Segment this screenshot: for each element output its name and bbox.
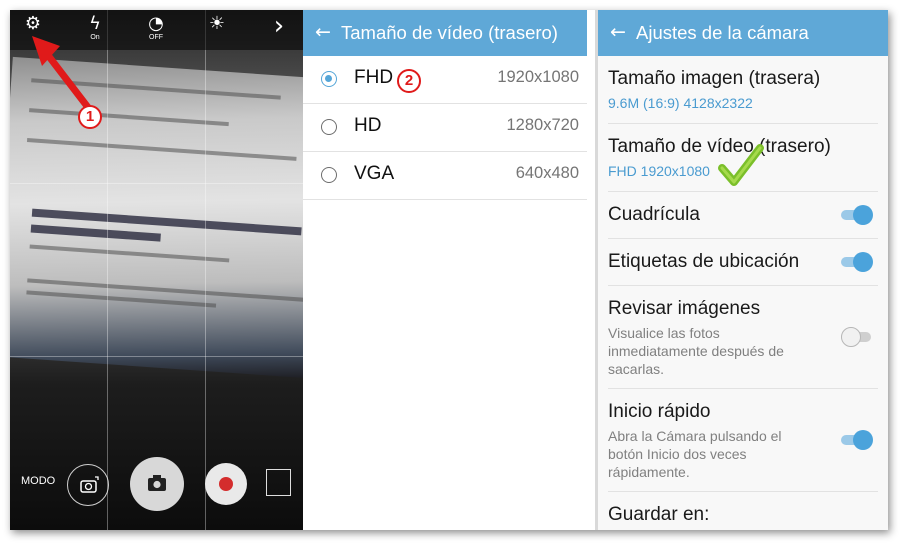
camera-icon bbox=[148, 475, 166, 491]
option-resolution: 1280x720 bbox=[506, 116, 580, 134]
option-label: HD bbox=[354, 115, 382, 136]
location-tags-toggle[interactable] bbox=[841, 252, 873, 272]
setting-save-location[interactable]: Guardar en: bbox=[608, 492, 878, 530]
hdr-brightness-icon[interactable]: ☀ bbox=[200, 14, 234, 46]
back-arrow-icon[interactable]: ← bbox=[610, 19, 626, 45]
review-images-toggle[interactable] bbox=[841, 327, 873, 347]
mode-button[interactable]: MODO bbox=[21, 475, 55, 487]
setting-value: 9.6M (16:9) 4128x2322 bbox=[608, 95, 753, 111]
checkmark-icon bbox=[718, 144, 764, 186]
setting-title: Cuadrícula bbox=[608, 204, 700, 225]
camera-viewfinder-pane: ⚙ ϟ On ◔ OFF ☀ › 1 MODO bbox=[10, 10, 303, 530]
setting-video-size[interactable]: Tamaño de vídeo (trasero) FHD 1920x1080 bbox=[608, 124, 878, 192]
page-title: Tamaño de vídeo (trasero) bbox=[341, 22, 558, 43]
timer-icon[interactable]: ◔ OFF bbox=[139, 14, 173, 46]
setting-title: Inicio rápido bbox=[608, 401, 711, 422]
radio-unselected-icon[interactable] bbox=[321, 119, 337, 135]
settings-appbar: ← Ajustes de la cámara bbox=[598, 10, 888, 56]
option-resolution: 1920x1080 bbox=[497, 68, 579, 86]
video-option-fhd[interactable]: FHD 1920x1080 bbox=[303, 56, 587, 104]
option-label: VGA bbox=[354, 163, 395, 184]
radio-selected-icon[interactable] bbox=[321, 71, 337, 87]
setting-quick-launch[interactable]: Inicio rápido Abra la Cámara pulsando el… bbox=[608, 389, 878, 492]
setting-grid[interactable]: Cuadrícula bbox=[608, 192, 878, 239]
setting-description: Visualice las fotos inmediatamente despu… bbox=[608, 325, 784, 377]
setting-title: Etiquetas de ubicación bbox=[608, 251, 800, 272]
record-video-button[interactable] bbox=[205, 463, 247, 505]
camera-settings-pane: ← Ajustes de la cámara Tamaño imagen (tr… bbox=[598, 10, 888, 530]
more-chevron-icon[interactable]: › bbox=[262, 13, 296, 46]
setting-location-tags[interactable]: Etiquetas de ubicación bbox=[608, 239, 878, 286]
gallery-thumbnail-button[interactable] bbox=[266, 469, 291, 496]
screenshot-frame: ⚙ ϟ On ◔ OFF ☀ › 1 MODO ← Tamaño de víde… bbox=[10, 10, 888, 530]
option-resolution: 640x480 bbox=[515, 164, 579, 182]
video-option-vga[interactable]: VGA 640x480 bbox=[303, 152, 587, 200]
page-title: Ajustes de la cámara bbox=[636, 22, 809, 43]
radio-unselected-icon[interactable] bbox=[321, 167, 337, 183]
switch-camera-button[interactable] bbox=[67, 464, 109, 506]
video-option-hd[interactable]: HD 1280x720 bbox=[303, 104, 587, 152]
setting-title: Tamaño imagen (trasera) bbox=[608, 68, 821, 89]
option-label: FHD bbox=[354, 67, 394, 88]
take-photo-button[interactable] bbox=[130, 457, 184, 511]
switch-camera-icon bbox=[80, 476, 99, 493]
setting-title: Guardar en: bbox=[608, 504, 710, 525]
annotation-number-2: 2 bbox=[397, 69, 421, 93]
video-size-appbar: ← Tamaño de vídeo (trasero) bbox=[303, 10, 587, 56]
setting-value: FHD 1920x1080 bbox=[608, 163, 710, 179]
setting-title: Revisar imágenes bbox=[608, 298, 761, 319]
annotation-number-1: 1 bbox=[78, 105, 102, 129]
grid-toggle[interactable] bbox=[841, 205, 873, 225]
video-size-pane: ← Tamaño de vídeo (trasero) FHD 1920x108… bbox=[303, 10, 595, 530]
quick-launch-toggle[interactable] bbox=[841, 430, 873, 450]
setting-description: Abra la Cámara pulsando el botón Inicio … bbox=[608, 428, 782, 480]
back-arrow-icon[interactable]: ← bbox=[315, 19, 331, 45]
setting-image-size[interactable]: Tamaño imagen (trasera) 9.6M (16:9) 4128… bbox=[608, 56, 878, 124]
setting-review-images[interactable]: Revisar imágenes Visualice las fotos inm… bbox=[608, 286, 878, 389]
